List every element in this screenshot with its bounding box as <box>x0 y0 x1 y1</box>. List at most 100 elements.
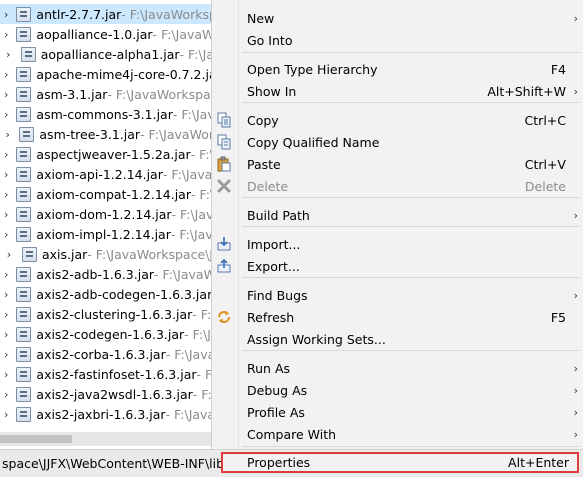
menu-item-export[interactable]: Export... <box>212 255 583 277</box>
copy-icon <box>216 112 232 128</box>
expand-chevron-icon[interactable]: › <box>4 149 8 160</box>
menu-item-assign-working-sets[interactable]: Assign Working Sets... <box>212 328 583 350</box>
menu-item-shortcut: Alt+Shift+W <box>487 83 566 99</box>
menu-item-debug-as[interactable]: Debug As › <box>212 379 583 401</box>
delete-icon <box>216 178 232 194</box>
tree-row[interactable]: › axiom-impl-1.2.14.jar - F:\Java <box>0 224 214 244</box>
menu-item-compare-with[interactable]: Compare With › <box>212 423 583 445</box>
tree-row[interactable]: › asm-3.1.jar - F:\JavaWorkspace <box>0 84 214 104</box>
menu-item-label: Debug As <box>247 382 308 398</box>
jar-location: - F:\JavaWorkspace <box>107 86 214 102</box>
menu-item-build-path[interactable]: Build Path › <box>212 204 583 226</box>
expand-chevron-icon[interactable]: › <box>4 49 13 60</box>
menu-item-shortcut: Ctrl+C <box>524 112 566 128</box>
menu-item-label: Copy <box>247 112 279 128</box>
jar-file-icon <box>16 306 32 322</box>
expand-chevron-icon[interactable]: › <box>4 189 8 200</box>
jar-name: apache-mime4j-core-0.7.2.jar <box>36 66 214 82</box>
submenu-arrow-icon: › <box>573 427 578 441</box>
menu-item-shortcut: Ctrl+V <box>524 156 566 172</box>
menu-item-label: New <box>247 10 275 26</box>
tree-row[interactable]: ›aspectjweaver-1.5.2a.jar - F:\J <box>0 144 214 164</box>
tree-row[interactable]: › axiom-api-1.2.14.jar - F:\JavaV <box>0 164 214 184</box>
tree-row[interactable]: › antlr-2.7.7.jar - F:\JavaWorkspa <box>0 4 214 24</box>
expand-chevron-icon[interactable]: › <box>4 109 8 120</box>
expand-chevron-icon[interactable]: › <box>4 69 8 80</box>
package-explorer-tree: › antlr-2.7.7.jar - F:\JavaWorkspa › aopall… <box>0 0 214 432</box>
menu-item-copy-qualified-name[interactable]: Copy Qualified Name <box>212 131 583 153</box>
menu-item-refresh[interactable]: Refresh F5 <box>212 306 583 328</box>
menu-item-label: Run As <box>247 360 291 376</box>
menu-item-profile-as[interactable]: Profile As › <box>212 401 583 423</box>
expand-chevron-icon[interactable]: › <box>4 169 8 180</box>
expand-chevron-icon[interactable]: › <box>4 309 8 320</box>
expand-chevron-icon[interactable]: › <box>4 249 14 260</box>
expand-chevron-icon[interactable]: › <box>4 209 8 220</box>
tree-row[interactable]: › aopalliance-alpha1.jar - F:\Ja <box>0 44 214 64</box>
tree-row[interactable]: › axis2-corba-1.6.3.jar - F:\Java <box>0 344 214 364</box>
tree-row[interactable]: ›axis2-fastinfoset-1.6.3.jar - F:\ <box>0 364 214 384</box>
paste-icon <box>216 156 232 172</box>
jar-location: - F:\Java <box>165 346 214 362</box>
tree-row[interactable]: › axiom-dom-1.2.14.jar - F:\Java <box>0 204 214 224</box>
tree-row[interactable]: › apache-mime4j-core-0.7.2.jar <box>0 64 214 84</box>
menu-item-label: Compare With <box>247 426 337 442</box>
menu-item-copy[interactable]: Copy Ctrl+C <box>212 109 583 131</box>
jar-file-icon <box>16 66 32 82</box>
scrollbar-thumb[interactable] <box>0 435 72 443</box>
menu-item-label: Properties <box>247 455 311 470</box>
expand-chevron-icon[interactable]: › <box>4 329 8 340</box>
menu-separator <box>242 277 580 278</box>
menu-item-new[interactable]: New › <box>212 7 583 29</box>
expand-chevron-icon[interactable]: › <box>4 389 8 400</box>
tree-row[interactable]: ›axis2-clustering-1.6.3.jar - F:\J <box>0 304 214 324</box>
expand-chevron-icon[interactable]: › <box>4 129 11 140</box>
menu-item-run-as[interactable]: Run As › <box>212 357 583 379</box>
expand-chevron-icon[interactable]: › <box>4 349 8 360</box>
tree-row[interactable]: ›axis2-java2wsdl-1.6.3.jar - F:\J <box>0 384 214 404</box>
jar-location: - F:\JavaWor <box>140 126 214 142</box>
expand-chevron-icon[interactable]: › <box>4 289 8 300</box>
jar-file-icon <box>16 326 32 342</box>
menu-item-open-type-hierarchy[interactable]: Open Type Hierarchy F4 <box>212 58 583 80</box>
menu-item-properties[interactable]: Properties Alt+Enter <box>221 452 579 473</box>
menu-item-delete: Delete Delete <box>212 175 583 197</box>
menu-separator <box>242 197 580 198</box>
menu-item-paste[interactable]: Paste Ctrl+V <box>212 153 583 175</box>
jar-file-icon <box>20 46 36 62</box>
horizontal-scrollbar[interactable] <box>0 432 214 446</box>
submenu-arrow-icon: › <box>573 383 578 397</box>
expand-chevron-icon[interactable]: › <box>4 269 8 280</box>
jar-name: axis2-codegen-1.6.3.jar <box>36 326 185 342</box>
expand-chevron-icon[interactable]: › <box>4 369 8 380</box>
expand-chevron-icon[interactable]: › <box>4 9 8 20</box>
menu-item-show-in[interactable]: Show In Alt+Shift+W › <box>212 80 583 102</box>
refresh-icon <box>216 309 232 325</box>
menu-item-go-into[interactable]: Go Into <box>212 29 583 51</box>
menu-item-label: Delete <box>247 178 289 194</box>
jar-name: aopalliance-1.0.jar <box>36 26 153 42</box>
tree-row[interactable]: › aopalliance-1.0.jar - F:\JavaW <box>0 24 214 44</box>
jar-file-icon <box>22 246 37 262</box>
expand-chevron-icon[interactable]: › <box>4 229 8 240</box>
tree-row[interactable]: › asm-tree-3.1.jar - F:\JavaWor <box>0 124 214 144</box>
jar-name: axiom-api-1.2.14.jar <box>36 166 163 182</box>
tree-row[interactable]: › axis.jar - F:\JavaWorkspace\J <box>0 244 214 264</box>
jar-file-icon <box>16 86 32 102</box>
jar-file-icon <box>19 126 35 142</box>
tree-row[interactable]: ›axis2-adb-codegen-1.6.3.jar - F: <box>0 284 214 304</box>
context-menu: New › Go Into Open Type Hierarchy F4 Show In A… <box>211 0 583 473</box>
tree-row[interactable]: › axis2-adb-1.6.3.jar - F:\JavaW <box>0 264 214 284</box>
tree-row[interactable]: › axis2-codegen-1.6.3.jar - F:\Ja <box>0 324 214 344</box>
tree-row[interactable]: › asm-commons-3.1.jar - F:\Java <box>0 104 214 124</box>
jar-name: antlr-2.7.7.jar <box>36 6 122 22</box>
menu-item-import[interactable]: Import... <box>212 233 583 255</box>
expand-chevron-icon[interactable]: › <box>4 89 8 100</box>
jar-file-icon <box>16 106 32 122</box>
tree-row[interactable]: ›axiom-compat-1.2.14.jar - F:\Ja <box>0 184 214 204</box>
menu-item-label: Export... <box>247 258 300 274</box>
menu-item-find-bugs[interactable]: Find Bugs › <box>212 284 583 306</box>
expand-chevron-icon[interactable]: › <box>4 409 8 420</box>
expand-chevron-icon[interactable]: › <box>4 29 8 40</box>
tree-row[interactable]: › axis2-jaxbri-1.6.3.jar - F:\Java <box>0 404 214 424</box>
